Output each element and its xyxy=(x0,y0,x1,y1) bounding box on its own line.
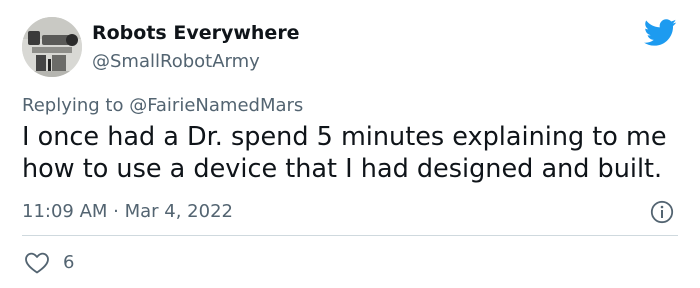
user-handle[interactable]: @SmallRobotArmy xyxy=(92,51,260,72)
tweet-card: Robots Everywhere @SmallRobotArmy Replyi… xyxy=(0,0,700,288)
divider xyxy=(22,235,678,236)
like-count: 6 xyxy=(63,252,75,273)
tweet-text: I once had a Dr. spend 5 minutes explain… xyxy=(22,122,667,184)
heart-icon[interactable] xyxy=(24,251,50,275)
info-icon[interactable] xyxy=(650,200,674,224)
robot-photo-avatar xyxy=(22,17,82,77)
replying-to: Replying to @FairieNamedMars xyxy=(22,95,303,116)
display-name[interactable]: Robots Everywhere xyxy=(92,22,300,44)
reply-mention-link[interactable]: @FairieNamedMars xyxy=(129,95,303,116)
tweet-timestamp[interactable]: 11:09 AM · Mar 4, 2022 xyxy=(22,201,233,222)
twitter-bird-icon[interactable] xyxy=(644,19,677,47)
replying-to-prefix: Replying to xyxy=(22,95,130,116)
avatar[interactable] xyxy=(22,17,82,77)
